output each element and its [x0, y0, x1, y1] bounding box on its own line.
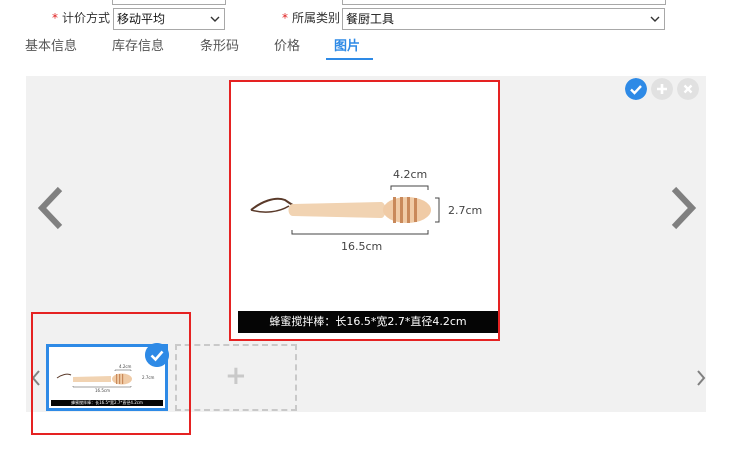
previous-field-bottom	[342, 0, 666, 5]
product-edit-page: * 计价方式 移动平均 * 所属类别 餐厨工具 基本信息 库存信息 条形码 价格 图…	[0, 0, 736, 451]
length-dimension-label: 16.5cm	[341, 240, 383, 253]
pricing-label: * 计价方式	[52, 11, 111, 25]
next-image-arrow-icon[interactable]	[668, 186, 698, 230]
image-caption: 蜂蜜搅拌棒：长16.5*宽2.7*直径4.2cm	[238, 311, 498, 333]
required-mark: *	[52, 11, 58, 25]
width-dimension-label: 4.2cm	[393, 168, 428, 181]
tab-basic-info[interactable]: 基本信息	[25, 38, 77, 56]
height-dimension-label: 2.7cm	[448, 204, 483, 217]
category-label: * 所属类别	[282, 11, 341, 25]
add-image-plus-icon: +	[225, 361, 247, 391]
active-tab-indicator	[326, 58, 373, 60]
chevron-down-icon	[210, 16, 220, 22]
check-icon[interactable]	[625, 78, 647, 100]
previous-image-arrow-icon[interactable]	[36, 186, 66, 230]
chevron-down-icon	[650, 16, 660, 22]
thumbnail-next-icon[interactable]	[695, 369, 707, 387]
tab-barcode[interactable]: 条形码	[200, 38, 239, 56]
previous-field-bottom	[112, 0, 226, 5]
thumbnail-highlight-frame	[31, 312, 191, 435]
main-product-image: 4.2cm 2.7cm 16.5cm 蜂蜜搅拌棒：长16.5*宽2.7*直径4.…	[229, 80, 500, 341]
pricing-select[interactable]: 移动平均	[113, 8, 225, 30]
tab-images[interactable]: 图片	[334, 38, 360, 56]
category-select[interactable]: 餐厨工具	[342, 8, 665, 30]
tab-price[interactable]: 价格	[274, 38, 300, 56]
required-mark: *	[282, 11, 288, 25]
form-row: * 计价方式 移动平均 * 所属类别 餐厨工具	[0, 0, 736, 32]
add-icon[interactable]	[651, 78, 673, 100]
tab-inventory-info[interactable]: 库存信息	[112, 38, 164, 56]
add-image-slot[interactable]: +	[175, 344, 297, 411]
honey-dipper-illustration	[250, 185, 440, 235]
close-icon[interactable]	[677, 78, 699, 100]
